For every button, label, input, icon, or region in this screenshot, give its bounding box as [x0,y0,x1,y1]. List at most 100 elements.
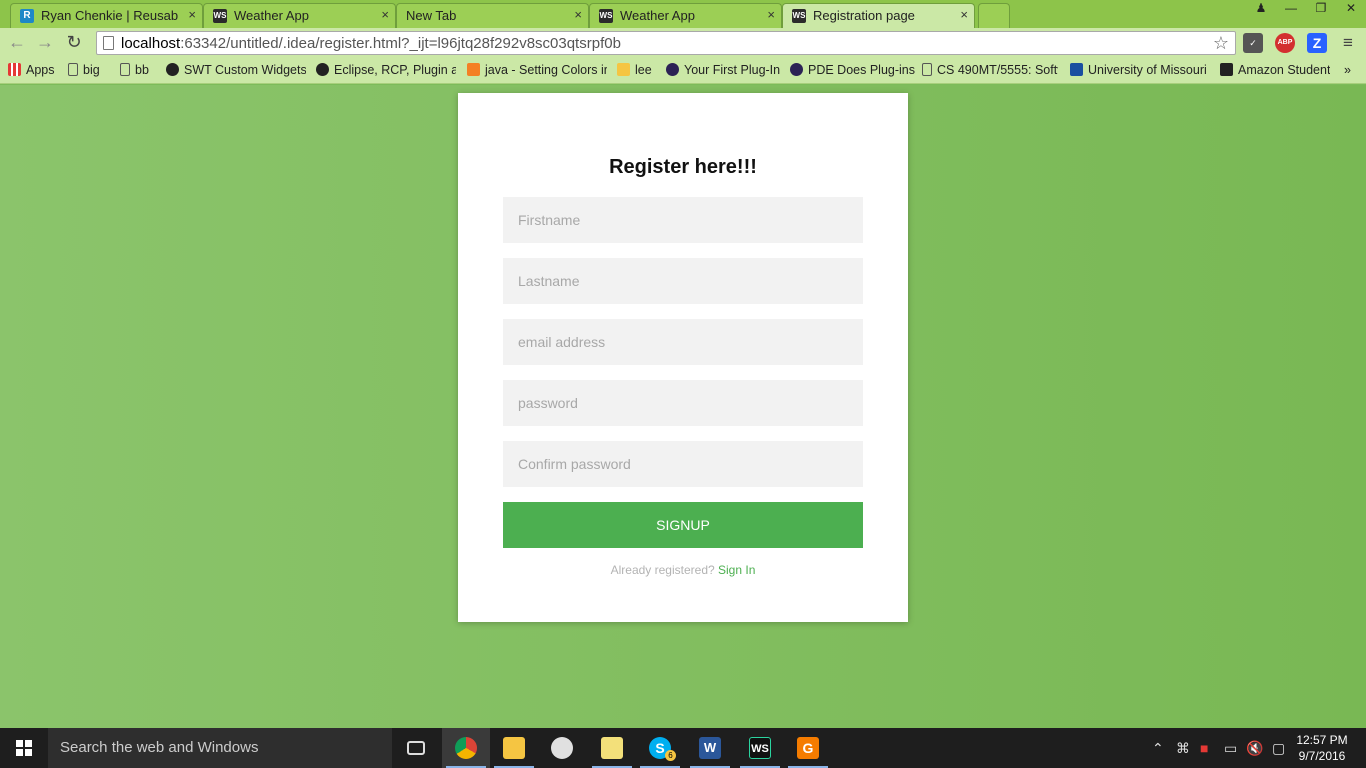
taskbar-file-explorer[interactable] [490,728,538,768]
pocket-icon[interactable]: ✓ [1243,33,1263,53]
webstorm-icon: WS [749,737,771,759]
windows-taskbar: Search the web and Windows S 6 W WS G ⌃ … [0,728,1366,768]
bookmark-big[interactable]: big [68,63,100,77]
profile-icon[interactable]: ♟ [1246,0,1276,18]
bookmarks-bar: Apps big bb SWT Custom Widgets Eclipse, … [0,58,1366,84]
pdf-app-icon: G [797,737,819,759]
window-controls: ♟ — ❐ ✕ [1246,0,1366,20]
taskbar-search-box[interactable]: Search the web and Windows [48,728,392,768]
zotero-icon[interactable]: Z [1307,33,1327,53]
bookmark-eclipse-rcp[interactable]: Eclipse, RCP, Plugin ar [316,63,456,77]
bookmark-label: University of Missouri [1088,63,1206,77]
webstorm-favicon-icon: WS [792,9,806,23]
bookmark-star-icon[interactable]: ☆ [1213,33,1229,54]
back-arrow-icon[interactable]: ← [6,32,28,54]
tab-close-icon[interactable]: × [767,7,775,22]
clock-date: 9/7/2016 [1298,749,1346,763]
page-title: Register here!!! [609,156,757,178]
password-input[interactable] [503,380,863,426]
taskbar-sticky-notes[interactable] [588,728,636,768]
tab-close-icon[interactable]: × [574,7,582,22]
chrome-icon [455,737,477,759]
taskbar-skype[interactable]: S 6 [636,728,684,768]
bookmark-bb[interactable]: bb [120,63,149,77]
reload-icon[interactable]: ↻ [63,32,85,54]
taskbar-chrome[interactable] [442,728,490,768]
taskbar-webstorm[interactable]: WS [736,728,784,768]
bookmark-cs490[interactable]: CS 490MT/5555: Softv [922,63,1058,77]
word-icon: W [699,737,721,759]
tab-weather-app-1[interactable]: WS Weather App × [203,3,396,28]
bookmark-label: Apps [26,63,55,77]
wifi-icon[interactable]: ⌘ [1176,740,1190,757]
vpn-icon[interactable]: ■ [1200,740,1208,756]
email-input[interactable] [503,319,863,365]
browser-toolbar: ← → ↻ localhost:63342/untitled/.idea/reg… [0,28,1366,58]
github-icon [316,63,329,76]
tab-new-tab[interactable]: New Tab × [396,3,589,28]
paint-icon [551,737,573,759]
taskbar-paint[interactable] [538,728,586,768]
bookmark-amazon[interactable]: Amazon Student [1220,63,1330,77]
restore-icon[interactable]: ❐ [1306,0,1336,18]
bookmark-label: Your First Plug-In [684,63,781,77]
browser-tabstrip: R Ryan Chenkie | Reusable C × WS Weather… [0,0,1366,28]
system-clock[interactable]: 12:57 PM 9/7/2016 [1292,732,1352,764]
signup-button[interactable]: SIGNUP [503,502,863,548]
url-host: localhost [121,35,181,52]
page-viewport: Register here!!! SIGNUP Already register… [0,85,1366,728]
page-icon [103,36,114,50]
sticky-notes-icon [601,737,623,759]
volume-muted-icon[interactable]: 🔇 [1246,740,1263,757]
battery-icon[interactable]: ▭ [1224,740,1237,757]
eclipse-icon [666,63,679,76]
tab-close-icon[interactable]: × [381,7,389,22]
bookmark-label: big [83,63,100,77]
bookmark-swt[interactable]: SWT Custom Widgets [166,63,306,77]
bookmark-first-plugin[interactable]: Your First Plug-In [666,63,780,77]
windows-logo-icon [16,740,32,756]
tab-title: Ryan Chenkie | Reusable C [41,8,178,23]
webstorm-favicon-icon: WS [213,9,227,23]
taskbar-pdf-app[interactable]: G [784,728,832,768]
bookmark-label: PDE Does Plug-ins [808,63,915,77]
tab-ryan-chenkie[interactable]: R Ryan Chenkie | Reusable C × [10,3,203,28]
bookmark-pde[interactable]: PDE Does Plug-ins [790,63,915,77]
bookmark-mizzou[interactable]: University of Missouri [1070,63,1206,77]
close-window-icon[interactable]: ✕ [1336,0,1366,18]
folder-icon [617,63,630,76]
bookmark-java-colors[interactable]: java - Setting Colors ir [467,63,607,77]
bookmark-lee[interactable]: lee [617,63,652,77]
tab-registration-page[interactable]: WS Registration page × [782,3,975,28]
already-registered-message: Already registered? Sign In [458,563,908,577]
new-tab-button[interactable] [978,3,1010,28]
notifications-icon[interactable]: ▢ [1272,740,1285,757]
tab-close-icon[interactable]: × [188,7,196,22]
tab-title: New Tab [406,8,457,23]
stackoverflow-icon [467,63,480,76]
address-bar[interactable]: localhost:63342/untitled/.idea/register.… [96,31,1236,55]
lastname-input[interactable] [503,258,863,304]
taskbar-word[interactable]: W [686,728,734,768]
tray-chevron-icon[interactable]: ⌃ [1152,740,1164,757]
tab-close-icon[interactable]: × [960,7,968,22]
forward-arrow-icon[interactable]: → [34,32,56,54]
tab-weather-app-2[interactable]: WS Weather App × [589,3,782,28]
sign-in-link[interactable]: Sign In [718,563,755,577]
university-icon [1070,63,1083,76]
task-view-button[interactable] [392,728,440,768]
adblock-plus-icon[interactable]: ABP [1275,33,1295,53]
bookmarks-overflow-icon[interactable]: » [1344,63,1351,77]
tab-title: Weather App [234,8,309,23]
firstname-input[interactable] [503,197,863,243]
start-button[interactable] [0,728,48,768]
page-icon [68,63,78,76]
confirm-password-input[interactable] [503,441,863,487]
already-registered-text: Already registered? [610,563,715,577]
page-icon [922,63,932,76]
bookmark-label: java - Setting Colors ir [485,63,607,77]
bookmark-apps[interactable]: Apps [8,63,55,77]
r-favicon-icon: R [20,9,34,23]
minimize-icon[interactable]: — [1276,0,1306,18]
chrome-menu-icon[interactable]: ≡ [1338,33,1358,53]
